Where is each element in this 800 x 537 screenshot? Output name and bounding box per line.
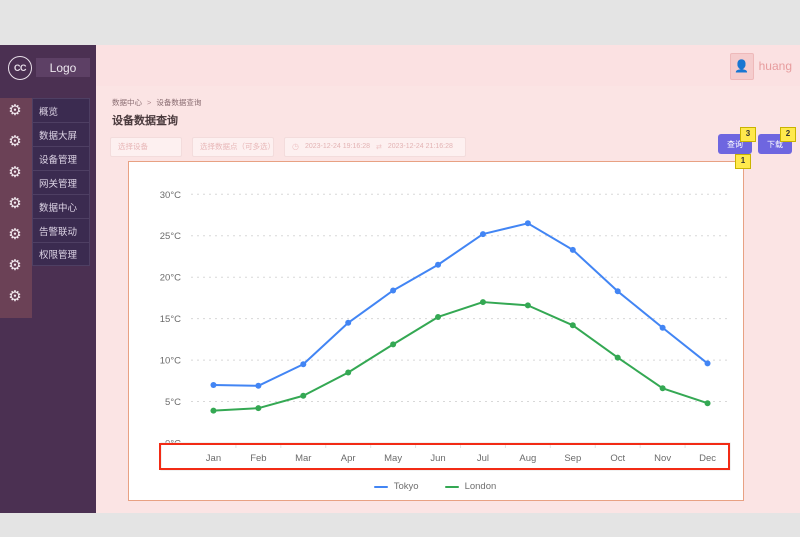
data-point-london-Dec[interactable] (704, 400, 711, 407)
data-point-tokyo-Sep[interactable] (569, 246, 576, 253)
data-point-london-Aug[interactable] (524, 302, 531, 309)
legend-item-london[interactable]: London (444, 481, 497, 492)
swap-right-icon: ⇄ (375, 143, 382, 151)
app-window: CC Logo ⚙ ⚙ ⚙ ⚙ ⚙ ⚙ ⚙ 概览 数据大屏 设备管理 网关管理 数据中心 告警联动 权限… (0, 45, 800, 513)
page-title: 设备数据查询 (112, 115, 178, 127)
cc-circle-icon: CC (8, 56, 32, 80)
sidebar-menu: 概览数据大屏设备管理网关管理数据中心告警联动权限管理 (32, 98, 90, 266)
datapoint-select-placeholder: 选择数据点（可多选） (200, 142, 275, 151)
username-label: huang (758, 59, 792, 73)
screen: CC Logo ⚙ ⚙ ⚙ ⚙ ⚙ ⚙ ⚙ 概览 数据大屏 设备管理 网关管理 数据中心 告警联动 权限… (0, 0, 800, 537)
clock-icon: ◷ (292, 142, 299, 151)
breadcrumb-current: 设备数据查询 (156, 98, 202, 107)
data-point-london-Apr[interactable] (345, 369, 352, 376)
y-tick-label: 15°C (160, 314, 181, 325)
sidebar-icon-strip: ⚙ ⚙ ⚙ ⚙ ⚙ ⚙ ⚙ (0, 98, 32, 318)
data-point-tokyo-Oct[interactable] (614, 288, 621, 295)
device-select-placeholder: 选择设备 (118, 142, 148, 151)
data-point-tokyo-Jun[interactable] (435, 261, 442, 268)
y-tick-label: 30°C (160, 190, 181, 201)
breadcrumb-parent[interactable]: 数据中心 (112, 97, 142, 108)
logo-text: Logo (36, 58, 90, 77)
series-line-tokyo[interactable] (212, 222, 709, 387)
sidebar-item-label: 概览 (39, 106, 59, 118)
top-bar: 👤 huang (96, 45, 800, 86)
chart-legend: Tokyo London (129, 481, 741, 492)
sidebar-item-4[interactable]: 网关管理 (32, 170, 90, 194)
download-button[interactable]: 下载 2 (758, 127, 796, 154)
gears-icon[interactable]: ⚙ (4, 161, 26, 183)
filter-bar: 选择设备 选择数据点（可多选） ◷ 2023-12-24 19:16:28 ⇄ … (110, 136, 466, 157)
data-point-tokyo-Jan[interactable] (210, 381, 217, 388)
data-point-london-Mar[interactable] (300, 392, 307, 399)
date-range-start[interactable]: 2023-12-24 19:16:28 (305, 143, 370, 150)
gears-icon[interactable]: ⚙ (4, 285, 26, 307)
breadcrumb-separator: > (147, 98, 152, 107)
gears-icon[interactable]: ⚙ (4, 130, 26, 152)
data-point-london-Oct[interactable] (614, 354, 621, 361)
sidebar-item-label: 数据中心 (39, 202, 78, 214)
user-avatar-icon: 👤 (729, 52, 754, 80)
data-point-tokyo-Aug[interactable] (524, 220, 531, 227)
datapoint-select[interactable]: 选择数据点（可多选） (192, 136, 275, 157)
sidebar-item-label: 网关管理 (39, 178, 78, 190)
chart-card-badge: 1 (735, 154, 751, 169)
gears-icon[interactable]: ⚙ (4, 99, 26, 121)
gears-icon[interactable]: ⚙ (4, 254, 26, 276)
data-point-tokyo-Nov[interactable] (659, 324, 666, 331)
data-point-london-Sep[interactable] (569, 322, 576, 329)
date-range-picker[interactable]: ◷ 2023-12-24 19:16:28 ⇄ 2023-12-24 21:16… (284, 136, 466, 157)
sidebar-item-label: 数据大屏 (39, 130, 78, 142)
data-point-tokyo-Jul[interactable] (479, 231, 486, 238)
query-button-badge: 3 (740, 127, 756, 142)
legend-label: Tokyo (393, 481, 419, 492)
sidebar-item-1[interactable]: 概览 (32, 98, 90, 122)
sidebar-item-7[interactable]: 权限管理 (32, 242, 90, 266)
device-select[interactable]: 选择设备 (110, 136, 182, 157)
sidebar-item-label: 权限管理 (39, 250, 78, 261)
sidebar-item-2[interactable]: 数据大屏 (32, 122, 90, 146)
download-button-badge: 2 (780, 127, 796, 142)
sidebar-item-5[interactable]: 数据中心 (32, 194, 90, 218)
legend-label: London (464, 481, 497, 492)
sidebar-item-6[interactable]: 告警联动 (32, 218, 90, 242)
logo-area[interactable]: CC Logo (0, 50, 96, 84)
data-point-london-Nov[interactable] (659, 385, 666, 392)
breadcrumb: 数据中心 > 设备数据查询 (112, 97, 201, 108)
user-menu[interactable]: 👤 huang (729, 52, 792, 80)
legend-swatch-icon (373, 485, 388, 488)
date-range-end[interactable]: 2023-12-24 21:16:28 (388, 143, 453, 150)
content-area: 数据中心 > 设备数据查询 设备数据查询 选择设备 选择数据点（可多选） ◷ 2… (96, 86, 800, 513)
sidebar-item-3[interactable]: 设备管理 (32, 146, 90, 170)
chart-card: 1 0°C5°C10°C15°C20°C25°C30°CJanFebMarApr… (128, 154, 751, 501)
legend-item-tokyo[interactable]: Tokyo (373, 481, 419, 492)
data-point-tokyo-Apr[interactable] (345, 319, 352, 326)
y-tick-label: 5°C (165, 397, 181, 408)
sidebar-item-label: 设备管理 (39, 154, 78, 166)
y-tick-label: 20°C (160, 273, 181, 284)
data-point-london-Feb[interactable] (255, 405, 262, 412)
data-point-london-May[interactable] (390, 341, 397, 348)
y-tick-label: 25°C (160, 231, 181, 242)
data-point-tokyo-May[interactable] (390, 287, 397, 294)
gears-icon[interactable]: ⚙ (4, 192, 26, 214)
gears-icon[interactable]: ⚙ (4, 223, 26, 245)
query-button[interactable]: 查询 3 (718, 127, 756, 154)
data-point-tokyo-Dec[interactable] (704, 360, 711, 367)
data-point-tokyo-Mar[interactable] (300, 361, 307, 368)
sidebar: CC Logo ⚙ ⚙ ⚙ ⚙ ⚙ ⚙ ⚙ 概览数据大屏设备管理网关管理数据中心告警联动权限… (0, 45, 96, 513)
x-axis-highlight-box (159, 443, 730, 470)
data-point-london-Jun[interactable] (435, 313, 442, 320)
sidebar-item-label: 告警联动 (39, 226, 78, 238)
y-tick-label: 10°C (160, 356, 181, 367)
data-point-london-Jul[interactable] (479, 299, 486, 306)
data-point-london-Jan[interactable] (210, 407, 217, 414)
legend-swatch-icon (444, 485, 459, 488)
data-point-tokyo-Feb[interactable] (255, 382, 262, 389)
